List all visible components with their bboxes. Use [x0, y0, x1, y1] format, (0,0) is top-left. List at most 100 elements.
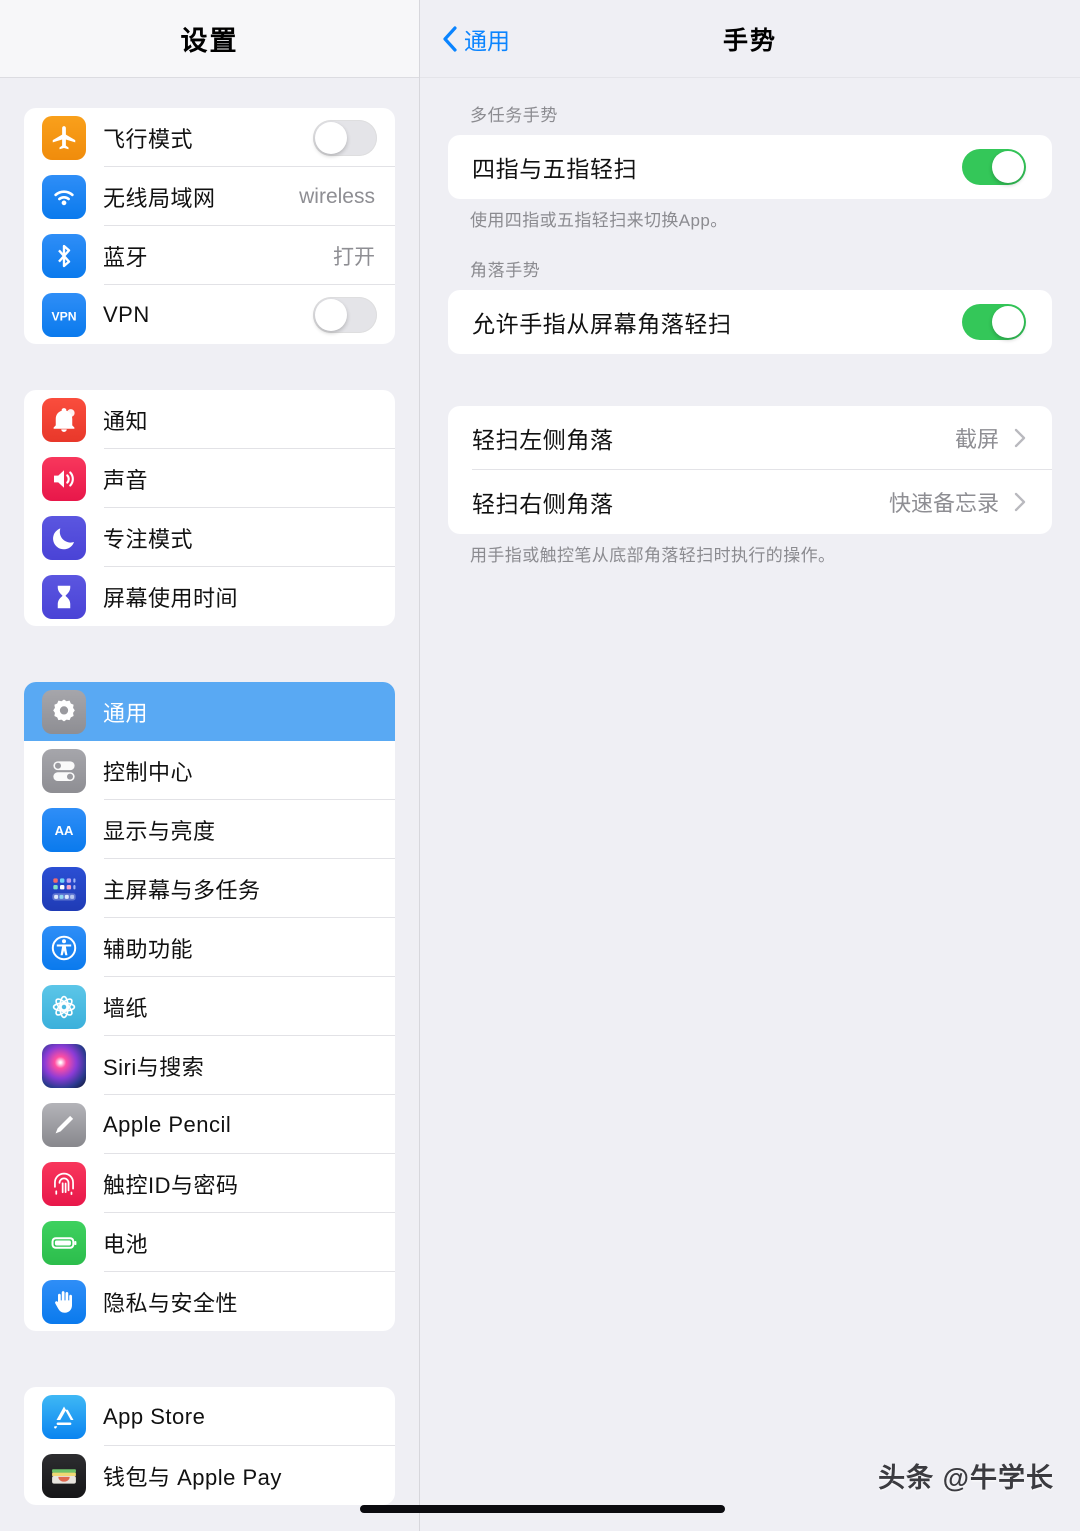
row-right-corner-swipe[interactable]: 轻扫右侧角落 快速备忘录: [448, 470, 1052, 534]
speaker-icon: [42, 456, 86, 501]
sidebar-item-label: 飞行模式: [103, 126, 194, 152]
four-five-finger-swipe-toggle[interactable]: [962, 149, 1026, 185]
back-button[interactable]: 通用: [442, 22, 510, 56]
hourglass-icon: [42, 574, 86, 619]
sidebar-scroll-area[interactable]: 飞行模式无线局域网 wireless 蓝牙 打开 VPN VPN 通知声音专注模式屏幕使用时…: [0, 78, 419, 1531]
row-label: 允许手指从屏幕角落轻扫: [472, 310, 732, 337]
back-button-label: 通用: [464, 27, 510, 54]
sidebar-item-label: 无线局域网: [103, 185, 216, 211]
row-label: 四指与五指轻扫: [472, 156, 638, 182]
gestures-detail-pane: 通用 手势 多任务手势 四指与五指轻扫 使用四指或五指轻扫来切换App。 角落手…: [420, 0, 1080, 1531]
app-store-icon: [42, 1394, 86, 1439]
sidebar-item-label: Apple Pencil: [103, 1111, 232, 1137]
sidebar-item-app-store[interactable]: App Store: [24, 1387, 395, 1446]
sidebar-item-无线局域网[interactable]: 无线局域网 wireless: [24, 167, 395, 226]
wifi-icon: [42, 174, 86, 219]
sidebar-item-隐私与安全性[interactable]: 隐私与安全性: [24, 1272, 395, 1331]
airplane-icon: [42, 115, 86, 160]
vpn-toggle[interactable]: [313, 296, 377, 333]
settings-sidebar: 设置 飞行模式无线局域网 wireless 蓝牙 打开 VPN VPN 通知声音专注模式屏幕…: [0, 0, 420, 1531]
sidebar-item-label: 蓝牙: [103, 244, 149, 270]
飞行模式-toggle[interactable]: [313, 119, 377, 156]
sidebar-item-apple-pencil[interactable]: Apple Pencil: [24, 1095, 395, 1154]
detail-header: 通用 手势: [420, 0, 1080, 78]
sidebar-item-label: 电池: [103, 1231, 149, 1257]
privacy-hand-icon: [42, 1279, 86, 1324]
chevron-right-icon: [1014, 492, 1026, 512]
detail-title: 手势: [722, 26, 777, 55]
sidebar-item-vpn[interactable]: VPN VPN: [24, 285, 395, 344]
sidebar-item-控制中心[interactable]: 控制中心: [24, 741, 395, 800]
sidebar-item-label: 辅助功能: [103, 936, 194, 962]
multitask-gestures-group: 四指与五指轻扫: [448, 135, 1052, 199]
accessibility-icon: [42, 925, 86, 970]
sidebar-item-电池[interactable]: 电池: [24, 1213, 395, 1272]
sidebar-item-label: 显示与亮度: [103, 818, 216, 844]
sidebar-item-屏幕使用时间[interactable]: 屏幕使用时间: [24, 567, 395, 626]
sidebar-item-value: wireless: [299, 184, 375, 208]
sidebar-item-专注模式[interactable]: 专注模式: [24, 508, 395, 567]
page-title: 设置: [180, 26, 239, 56]
sidebar-item-label: 声音: [103, 467, 149, 493]
vpn-icon: VPN: [42, 292, 86, 337]
wallet-icon: [42, 1453, 86, 1498]
display-brightness-icon: AA: [42, 807, 86, 852]
pencil-icon: [42, 1102, 86, 1147]
gear-icon: [42, 689, 86, 734]
sidebar-item-label: 触控ID与密码: [103, 1172, 239, 1198]
row-left-corner-swipe[interactable]: 轻扫左侧角落 截屏: [448, 406, 1052, 470]
sidebar-item-辅助功能[interactable]: 辅助功能: [24, 918, 395, 977]
sidebar-item-label: App Store: [103, 1403, 206, 1429]
sidebar-group-4: App Store 钱包与 Apple Pay: [24, 1387, 395, 1505]
sidebar-item-触控id与密码[interactable]: 触控ID与密码: [24, 1154, 395, 1213]
sidebar-item-通知[interactable]: 通知: [24, 390, 395, 449]
row-four-five-finger-swipe[interactable]: 四指与五指轻扫: [448, 135, 1052, 199]
home-screen-icon: [42, 866, 86, 911]
battery-icon: [42, 1220, 86, 1265]
sidebar-item-value: 打开: [333, 245, 375, 269]
row-allow-corner-swipe[interactable]: 允许手指从屏幕角落轻扫: [448, 290, 1052, 354]
sidebar-group-1: 飞行模式无线局域网 wireless 蓝牙 打开 VPN VPN: [24, 108, 395, 344]
corner-gestures-group: 允许手指从屏幕角落轻扫: [448, 289, 1052, 354]
touch-id-icon: [42, 1161, 86, 1206]
sidebar-item-label: 专注模式: [103, 526, 194, 552]
corner-actions-group: 轻扫左侧角落 截屏 轻扫右侧角落 快速备忘录: [448, 405, 1052, 534]
sidebar-item-声音[interactable]: 声音: [24, 449, 395, 508]
sidebar-item-钱包与-apple-pay[interactable]: 钱包与 Apple Pay: [24, 1446, 395, 1505]
moon-icon: [42, 515, 86, 560]
sidebar-item-siri与搜索[interactable]: Siri与搜索: [24, 1036, 395, 1095]
row-value: 截屏: [954, 426, 999, 452]
sidebar-item-label: 隐私与安全性: [103, 1290, 239, 1316]
svg-text:AA: AA: [55, 823, 74, 838]
sidebar-header: 设置: [0, 0, 419, 78]
sidebar-group-3: 通用控制中心 AA 显示与亮度主屏幕与多任务辅助功能墙纸 Siri与搜索 Apple P…: [24, 682, 395, 1331]
section-header-multitask: 多任务手势: [470, 106, 558, 125]
sidebar-item-label: VPN: [103, 301, 150, 327]
sidebar-item-通用[interactable]: 通用: [24, 682, 395, 741]
sidebar-item-label: 屏幕使用时间: [103, 585, 239, 611]
section-header-corner: 角落手势: [470, 260, 541, 280]
sidebar-item-墙纸[interactable]: 墙纸: [24, 977, 395, 1036]
sidebar-item-显示与亮度[interactable]: AA 显示与亮度: [24, 800, 395, 859]
sidebar-item-主屏幕与多任务[interactable]: 主屏幕与多任务: [24, 859, 395, 918]
allow-corner-swipe-toggle[interactable]: [962, 303, 1026, 340]
bluetooth-icon: [42, 233, 86, 278]
row-value: 快速备忘录: [888, 490, 999, 516]
sidebar-item-label: Siri与搜索: [103, 1054, 205, 1080]
sidebar-item-label: 墙纸: [103, 995, 149, 1021]
control-center-icon: [42, 748, 86, 793]
sidebar-item-蓝牙[interactable]: 蓝牙 打开: [24, 226, 395, 285]
sidebar-item-label: 通知: [103, 408, 149, 434]
section-footer-multitask: 使用四指或五指轻扫来切换App。: [470, 211, 728, 230]
siri-icon: [42, 1043, 86, 1088]
bell-icon: [42, 397, 86, 442]
row-label: 轻扫右侧角落: [472, 490, 614, 517]
home-indicator[interactable]: [360, 1505, 725, 1513]
sidebar-group-2: 通知声音专注模式屏幕使用时间: [24, 390, 395, 626]
sidebar-item-label: 控制中心: [103, 759, 194, 785]
chevron-left-icon: [442, 25, 457, 52]
sidebar-item-label: 通用: [103, 700, 149, 726]
sidebar-item-飞行模式[interactable]: 飞行模式: [24, 108, 395, 167]
wallpaper-icon: [42, 984, 86, 1029]
row-label: 轻扫左侧角落: [472, 426, 614, 453]
